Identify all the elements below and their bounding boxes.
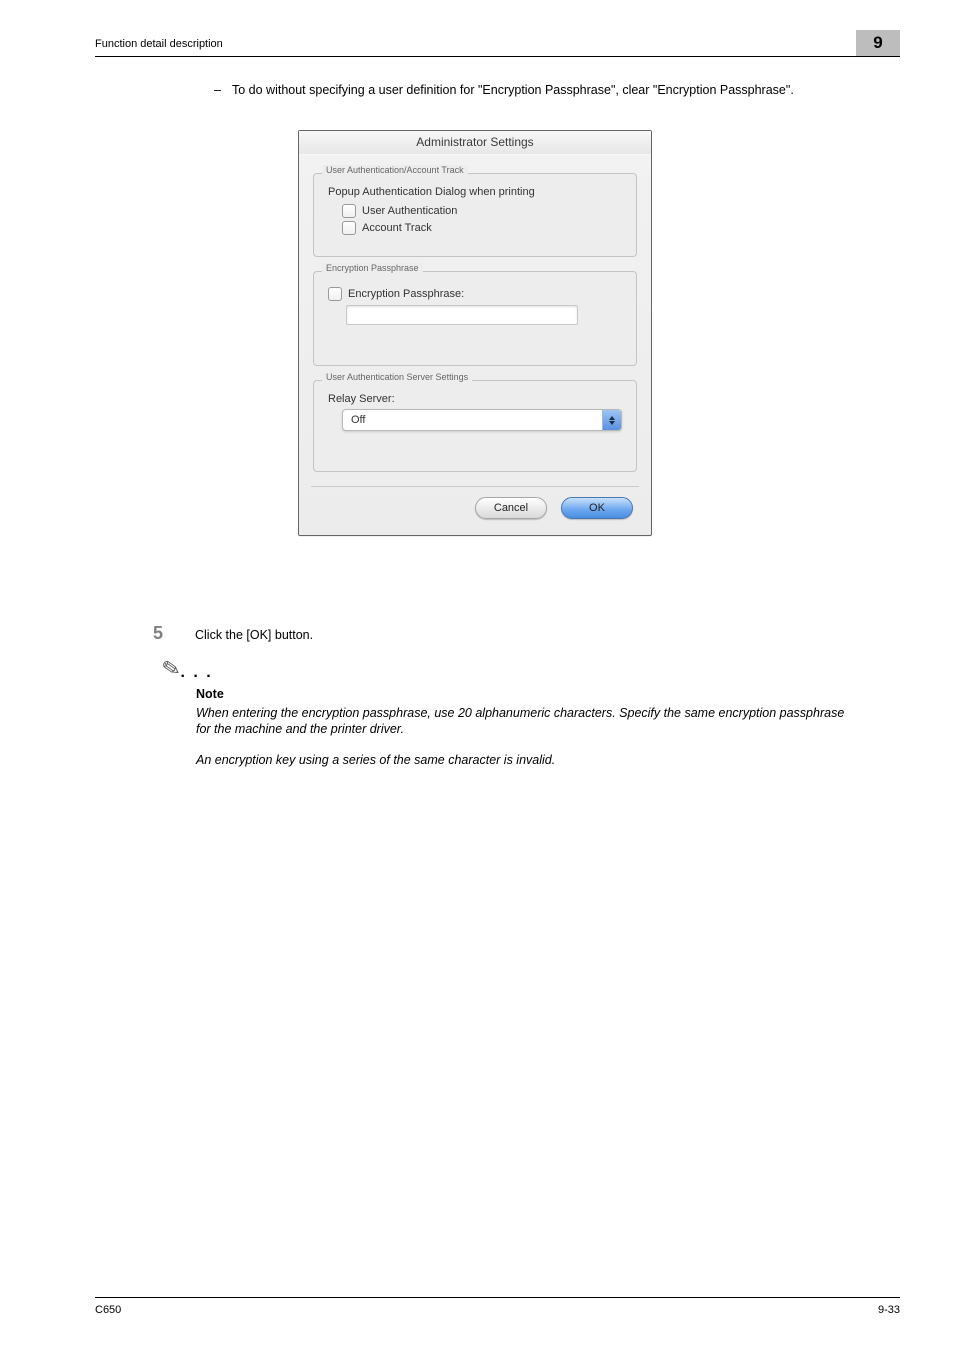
ok-button-label: OK [589, 502, 605, 514]
auth-server-legend: User Authentication Server Settings [322, 372, 472, 382]
user-auth-checkbox[interactable] [342, 204, 356, 218]
relay-server-select[interactable]: Off [342, 409, 622, 431]
auth-account-group: User Authentication/Account Track Popup … [313, 173, 637, 257]
encryption-legend: Encryption Passphrase [322, 263, 423, 273]
select-stepper-icon [602, 410, 621, 430]
user-auth-row: User Authentication [342, 204, 622, 218]
auth-server-group: User Authentication Server Settings Rela… [313, 380, 637, 472]
ok-button[interactable]: OK [561, 497, 633, 519]
intro-bullet: –To do without specifying a user definit… [214, 82, 859, 99]
admin-settings-dialog: Administrator Settings User Authenticati… [298, 130, 652, 536]
chapter-badge: 9 [856, 30, 900, 56]
step-5-text: Click the [OK] button. [195, 628, 313, 642]
account-track-label: Account Track [362, 222, 432, 234]
note-block: ✎. . . Note When entering the encryption… [162, 654, 859, 769]
dialog-body: User Authentication/Account Track Popup … [299, 155, 651, 535]
footer-rule [95, 1297, 900, 1298]
encryption-group: Encryption Passphrase Encryption Passphr… [313, 271, 637, 366]
relay-server-label: Relay Server: [328, 393, 622, 405]
dialog-title: Administrator Settings [299, 131, 651, 155]
note-pencil-icon: ✎ [160, 653, 183, 685]
note-dots-icon: . . . [180, 664, 212, 681]
cancel-button-label: Cancel [494, 502, 528, 514]
note-body-1: When entering the encryption passphrase,… [196, 705, 859, 739]
cancel-button[interactable]: Cancel [475, 497, 547, 519]
running-head: Function detail description [95, 38, 223, 50]
relay-server-value: Off [343, 410, 602, 430]
dialog-separator [311, 486, 639, 487]
intro-bullet-text: To do without specifying a user definiti… [232, 83, 794, 97]
note-body-2: An encryption key using a series of the … [196, 752, 859, 769]
dash-marker: – [214, 82, 232, 99]
step-5-number: 5 [153, 623, 163, 644]
encryption-passphrase-input[interactable] [346, 305, 578, 325]
account-track-checkbox[interactable] [342, 221, 356, 235]
encryption-passphrase-label: Encryption Passphrase: [348, 288, 464, 300]
account-track-row: Account Track [342, 221, 622, 235]
dialog-button-row: Cancel OK [311, 497, 639, 523]
encryption-passphrase-row: Encryption Passphrase: [328, 287, 622, 301]
footer-model: C650 [95, 1304, 121, 1316]
auth-account-legend: User Authentication/Account Track [322, 165, 468, 175]
user-auth-label: User Authentication [362, 205, 457, 217]
popup-auth-header: Popup Authentication Dialog when printin… [328, 186, 622, 198]
encryption-passphrase-checkbox[interactable] [328, 287, 342, 301]
page: Function detail description 9 –To do wit… [0, 0, 954, 1350]
header-rule [95, 56, 900, 57]
footer-page-number: 9-33 [878, 1304, 900, 1316]
note-title: Note [196, 686, 859, 703]
